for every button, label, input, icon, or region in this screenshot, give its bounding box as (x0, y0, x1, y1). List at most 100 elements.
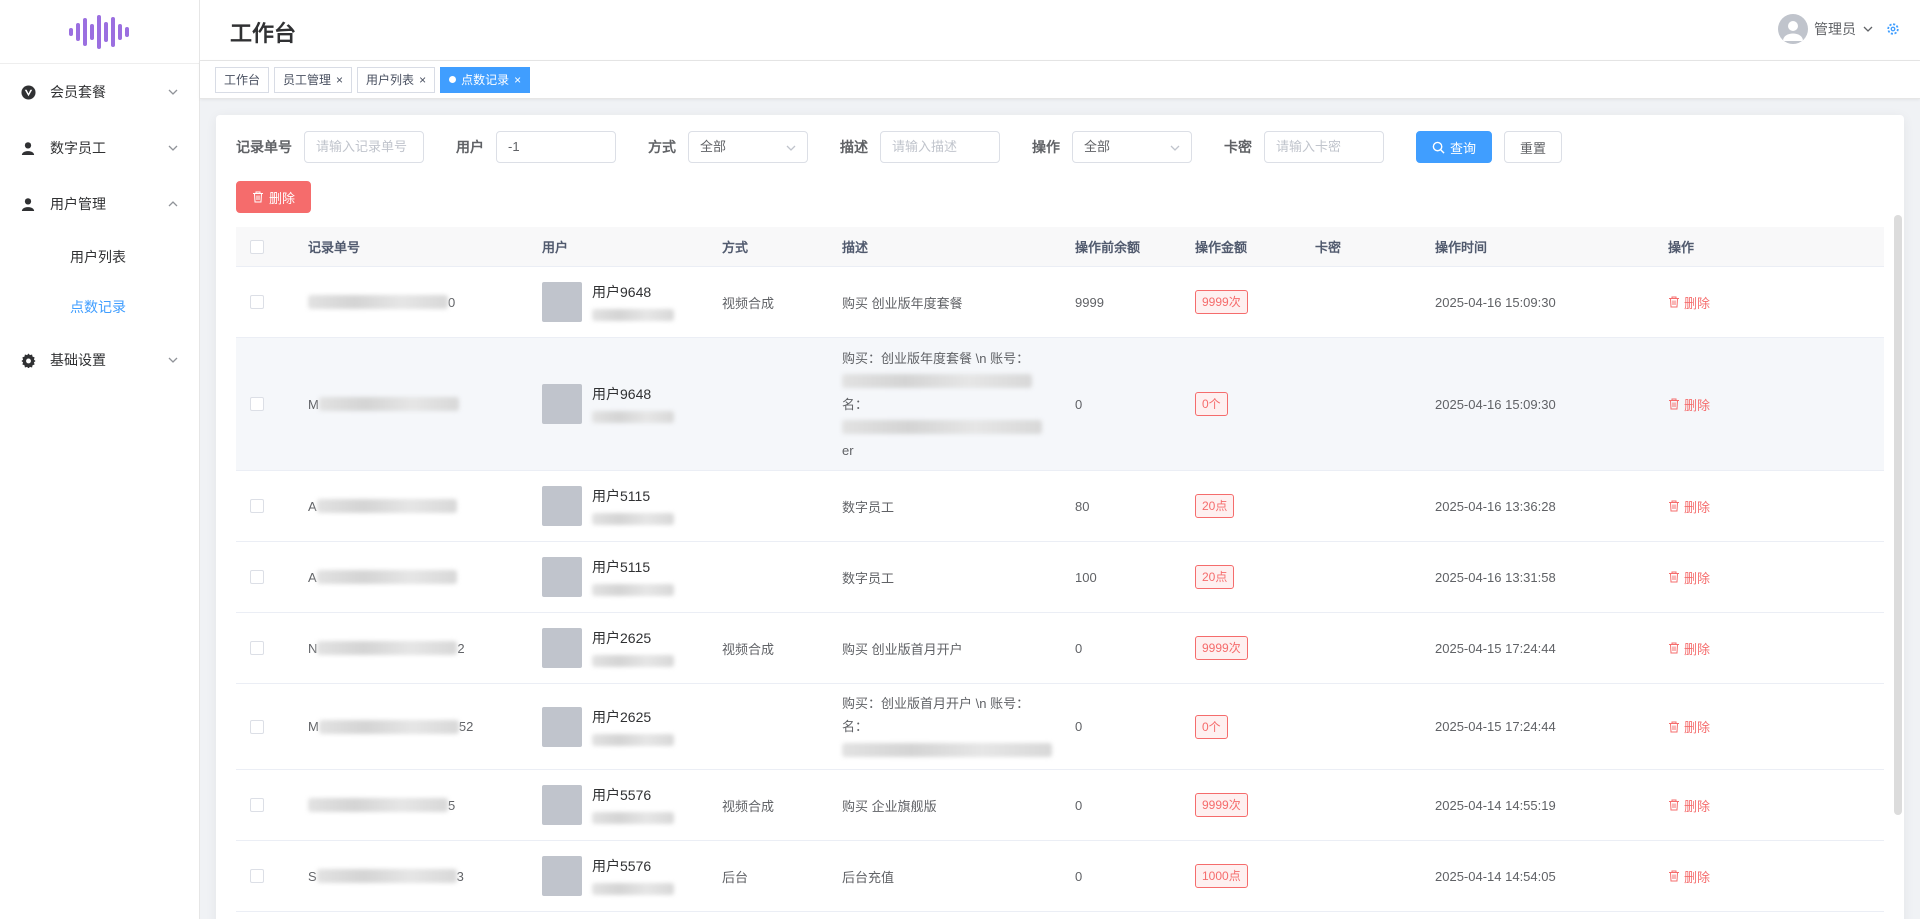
delete-label: 删除 (1684, 869, 1711, 885)
tag-staff-management[interactable]: 员工管理 × (274, 66, 353, 93)
desc-input[interactable]: 请输入描述 (880, 131, 1000, 163)
user-avatar (542, 706, 582, 747)
tag-user-list[interactable]: 用户列表 × (357, 66, 436, 93)
user-icon (20, 196, 36, 212)
menu-digital-staff[interactable]: 数字员工 (0, 120, 199, 176)
amount-tag: 0个 (1195, 714, 1228, 739)
op-select[interactable]: 全部 (1072, 131, 1192, 163)
tag-label: 点数记录 (461, 72, 510, 87)
delete-label: 删除 (1684, 397, 1711, 413)
redacted-text (318, 397, 459, 411)
delete-label: 删除 (1684, 641, 1711, 657)
menu-basic-settings[interactable]: 基础设置 (0, 332, 199, 388)
before-balance-cell: 0 (1075, 396, 1083, 412)
amount-tag: 20点 (1195, 494, 1235, 518)
before-balance-cell: 0 (1075, 868, 1083, 884)
row-delete-button[interactable]: 删除 (1668, 717, 1710, 736)
close-icon[interactable]: × (419, 74, 426, 86)
submenu-user-list[interactable]: 用户列表 (0, 232, 199, 282)
select-all-checkbox[interactable] (250, 239, 264, 254)
record-no-suffix: 5 (448, 797, 456, 813)
row-delete-button[interactable]: 删除 (1668, 568, 1710, 587)
row-delete-button[interactable]: 删除 (1668, 395, 1710, 414)
chevron-down-icon (1170, 145, 1180, 151)
submenu-points-record[interactable]: 点数记录 (0, 282, 199, 332)
row-delete-button[interactable]: 删除 (1668, 796, 1710, 815)
logo[interactable] (0, 0, 199, 64)
avatar[interactable] (1778, 14, 1808, 44)
record-no-input[interactable]: 请输入记录单号 (304, 131, 424, 163)
card-label: 卡密 (1224, 139, 1252, 155)
desc-label: 描述 (840, 139, 868, 155)
row-delete-button[interactable]: 删除 (1668, 639, 1710, 658)
op-cell: 删除 (1658, 293, 1884, 312)
time-cell: 2025-04-16 15:09:30 (1435, 396, 1556, 412)
col-header: 操作时间 (1435, 240, 1488, 255)
record-no-suffix: 52 (458, 719, 474, 734)
table-row[interactable]: N 2 用户2625 视频合成 购买 创业版首月开户 0 9999次 2025-04-15 1… (236, 613, 1884, 684)
record-no-suffix: 3 (456, 868, 464, 884)
main-card: 记录单号 请输入记录单号 用户 -1 方式 全部 描述 请输入描述 操作 全部 … (216, 115, 1904, 919)
time-cell: 2025-04-16 13:31:58 (1435, 569, 1556, 585)
row-checkbox[interactable] (250, 869, 264, 883)
table-row[interactable]: 5 用户5576 视频合成 购买 企业旗舰版 0 9999次 2025-04-14 14:5… (236, 770, 1884, 841)
table-row[interactable]: S 3 用户5576 后台 后台充值 0 1000点 2025-04-14 14:54:05 删… (236, 841, 1884, 912)
tag-dashboard[interactable]: 工作台 (215, 66, 270, 93)
settings-icon[interactable] (1886, 22, 1900, 36)
row-checkbox[interactable] (250, 397, 264, 411)
desc-line: er (842, 442, 854, 458)
card-input[interactable]: 请输入卡密 (1264, 131, 1384, 163)
table-row[interactable]: 0 用户9648 视频合成 购买 创业版年度套餐 9999 9999次 2025-04-16… (236, 267, 1884, 338)
user-cell: 用户5115 (532, 557, 712, 597)
user-input[interactable]: -1 (496, 131, 616, 163)
way-cell: 视频合成 (722, 295, 775, 311)
row-checkbox[interactable] (250, 295, 264, 309)
user-name: 管理员 (1814, 21, 1856, 37)
tag-points-record[interactable]: 点数记录 × (440, 66, 531, 93)
menu-label: 会员套餐 (50, 84, 106, 100)
op-cell: 删除 (1658, 796, 1884, 815)
trash-icon (1669, 571, 1679, 583)
amount-cell: 9999次 (1185, 290, 1305, 314)
record-no-cell: N2 (298, 641, 532, 656)
desc-cell: 购买：创业版首月开户 \n 账号： 名： (832, 686, 1065, 767)
row-delete-button[interactable]: 删除 (1668, 497, 1710, 516)
record-no-prefix: M (308, 396, 319, 412)
row-checkbox[interactable] (250, 719, 264, 734)
time-cell: 2025-04-15 17:24:44 (1435, 719, 1556, 734)
query-button[interactable]: 查询 (1416, 131, 1493, 163)
menu-label: 基础设置 (50, 352, 106, 368)
row-delete-button[interactable]: 删除 (1668, 867, 1710, 886)
sidebar: 会员套餐 数字员工 用户管理 用户列表 点数记录 基础设置 (0, 0, 200, 919)
user-avatar (542, 486, 582, 526)
table-row[interactable]: M 52 用户2625 购买：创业版首月开户 \n 账号： 名： 0 0个 2025-04-1… (236, 684, 1884, 770)
way-select-value: 全部 (700, 139, 727, 154)
menu-member-package[interactable]: 会员套餐 (0, 64, 199, 120)
user-name: 用户2625 (592, 630, 652, 646)
way-select[interactable]: 全部 (688, 131, 808, 163)
close-icon[interactable]: × (514, 74, 521, 86)
desc-line: 购买：创业版首月开户 \n 账号： (842, 696, 1030, 711)
close-icon[interactable]: × (336, 74, 343, 86)
row-checkbox[interactable] (250, 641, 264, 655)
menu-user-management[interactable]: 用户管理 (0, 176, 199, 232)
table-row[interactable]: A 用户5115 数字员工 80 20点 2025-04-16 13:36:28 删除 (236, 471, 1884, 542)
table-row[interactable]: A 用户5115 数字员工 100 20点 2025-04-16 13:31:58 删除 (236, 542, 1884, 613)
before-balance-cell: 0 (1075, 719, 1083, 734)
row-checkbox[interactable] (250, 499, 264, 513)
batch-delete-button[interactable]: 删除 (236, 181, 312, 213)
record-no-cell: M (298, 397, 532, 412)
row-delete-button[interactable]: 删除 (1668, 293, 1710, 312)
delete-label: 删除 (1684, 720, 1711, 735)
scrollbar[interactable] (1894, 215, 1902, 815)
op-cell: 删除 (1658, 568, 1884, 587)
row-checkbox[interactable] (250, 570, 264, 584)
table-row[interactable]: M 用户9648 购买：创业版年度套餐 \n 账号： 名： er 0 0个 2025-04-1… (236, 338, 1884, 471)
reset-button[interactable]: 重置 (1504, 131, 1563, 163)
col-header: 方式 (722, 240, 749, 255)
amount-cell: 9999次 (1185, 793, 1305, 817)
trash-icon (1669, 500, 1679, 512)
redacted-text (592, 513, 674, 525)
user-menu[interactable]: 管理员 (1778, 14, 1900, 44)
row-checkbox[interactable] (250, 798, 264, 812)
